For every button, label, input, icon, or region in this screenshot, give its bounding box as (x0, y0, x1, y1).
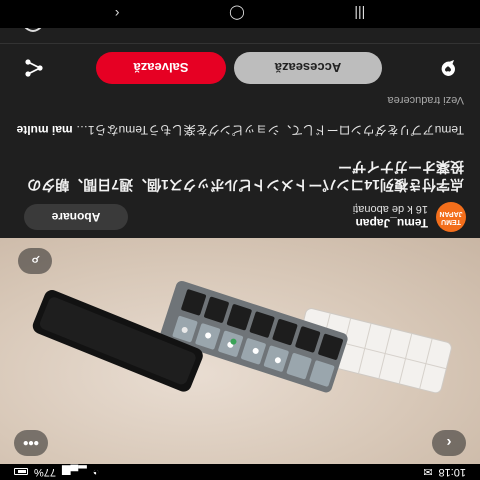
pin-image[interactable]: ‹ ••• ⌕ (0, 238, 480, 464)
battery-icon (14, 468, 28, 476)
save-button[interactable]: Salvează (96, 52, 226, 84)
chevron-left-icon: ‹ (446, 434, 452, 452)
translate-link[interactable]: Vezi traducerea (388, 94, 464, 106)
pin-title: 点字付き複列14コンパートメントピルボックス1個、週7日間、朝夕の投薬オーガナイ… (27, 159, 464, 193)
status-time: 10:18 (438, 466, 466, 478)
status-right: ◔ ▂▄▆ 77% (14, 466, 99, 479)
pin-description: Temuアプリをダウンロードして、ショッピングを楽しもうTemuなら1… mai… (16, 122, 464, 137)
visit-button[interactable]: Accesează (234, 52, 382, 84)
avatar-logo: TEMU JAPAN (439, 210, 463, 225)
status-left: 10:18 ✉ (423, 466, 466, 479)
lens-icon: ⌕ (30, 252, 40, 270)
pill-boxes-illustration (32, 280, 452, 394)
seller-name[interactable]: Temu_Japan (356, 216, 428, 230)
home-icon[interactable]: ◯ (229, 6, 245, 23)
visual-search-button[interactable]: ⌕ (18, 248, 52, 274)
system-navigation-bar: ||| ◯ ‹ (0, 0, 480, 28)
share-icon[interactable] (24, 58, 44, 78)
action-row: Accesează Salvează (0, 48, 480, 88)
wifi-icon: ◔ (92, 466, 100, 478)
comment-icon[interactable] (438, 58, 458, 78)
back-button[interactable]: ‹ (432, 430, 466, 456)
more-link[interactable]: mai multe (17, 123, 73, 137)
more-options-button[interactable]: ••• (14, 430, 48, 456)
avatar[interactable]: TEMU JAPAN (436, 202, 466, 232)
recent-apps-icon[interactable]: ||| (354, 6, 365, 22)
battery-percent: 77% (34, 466, 57, 478)
status-bar: 10:18 ✉ ◔ ▂▄▆ 77% (0, 464, 480, 480)
back-nav-icon[interactable]: ‹ (115, 6, 120, 22)
seller-row: TEMU JAPAN Temu_Japan 16 k de abonați Ab… (0, 198, 480, 238)
follow-button[interactable]: Abonare (24, 204, 128, 230)
pin-description-text: Temuアプリをダウンロードして、ショッピングを楽しもうTemuなら1… (75, 123, 464, 137)
more-icon: ••• (23, 434, 39, 452)
signal-icon: ▂▄▆ (62, 465, 87, 478)
notification-icon: ✉ (423, 465, 433, 478)
pin-detail-screen: 10:18 ✉ ◔ ▂▄▆ 77% ‹ ••• ⌕ TEMU JAPAN Tem… (0, 0, 480, 480)
seller-subscribers: 16 k de abonați (352, 203, 428, 215)
divider (0, 43, 480, 44)
